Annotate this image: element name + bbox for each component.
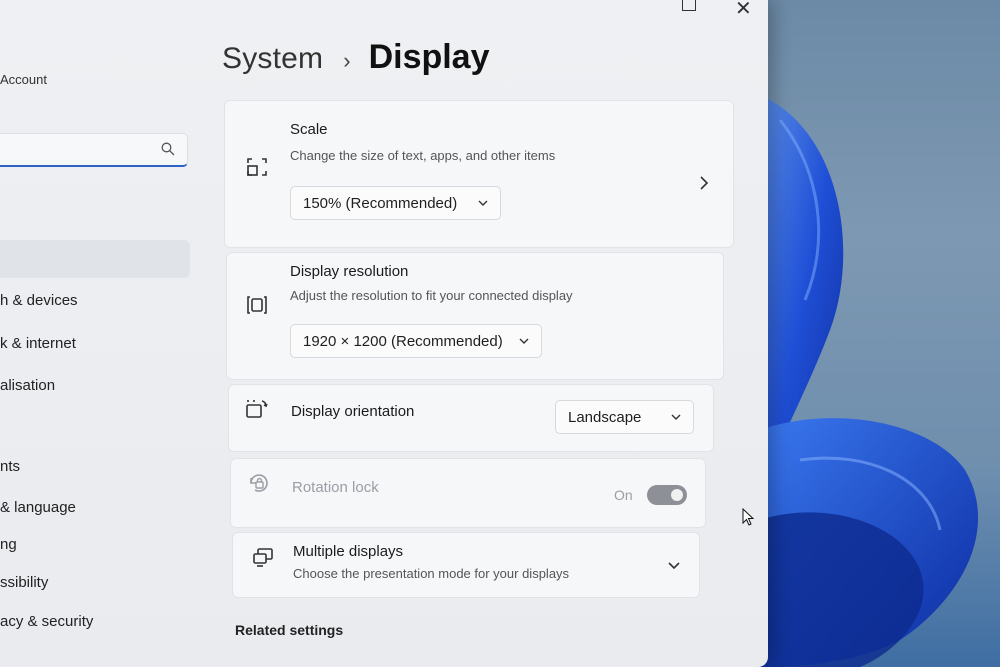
- resolution-dropdown-value: 1920 × 1200 (Recommended): [303, 332, 503, 350]
- maximize-button[interactable]: [682, 0, 696, 11]
- chevron-down-icon[interactable]: [668, 561, 680, 571]
- rotation-lock-title: Rotation lock: [292, 479, 379, 496]
- sidebar-item-accessibility[interactable]: ssibility: [0, 574, 48, 591]
- multiple-displays-icon: [253, 548, 273, 567]
- sidebar-item-system-selected[interactable]: [0, 240, 190, 278]
- resolution-dropdown[interactable]: 1920 × 1200 (Recommended): [290, 324, 542, 358]
- rotation-lock-toggle[interactable]: [647, 485, 687, 505]
- scale-title: Scale: [290, 121, 328, 138]
- orientation-icon: [246, 400, 268, 418]
- chevron-right-icon[interactable]: [698, 176, 710, 190]
- scale-card[interactable]: Scale Change the size of text, apps, and…: [224, 100, 734, 248]
- search-box[interactable]: [0, 133, 188, 167]
- scale-icon: [247, 158, 267, 176]
- scale-dropdown[interactable]: 150% (Recommended): [290, 186, 501, 220]
- scale-dropdown-value: 150% (Recommended): [303, 194, 458, 212]
- settings-window: ✕ Account h & devices k & internet alisa…: [0, 0, 768, 667]
- orientation-card: Display orientation Landscape: [228, 384, 714, 452]
- sidebar-item-gaming[interactable]: ng: [0, 536, 17, 553]
- chevron-down-icon: [478, 200, 488, 206]
- sidebar-item-network-internet[interactable]: k & internet: [0, 335, 76, 352]
- sidebar-item-privacy-security[interactable]: acy & security: [0, 613, 93, 630]
- sidebar-item-accounts[interactable]: nts: [0, 458, 20, 475]
- orientation-title: Display orientation: [291, 403, 415, 420]
- multiple-displays-description: Choose the presentation mode for your di…: [293, 566, 570, 581]
- search-input[interactable]: [0, 134, 167, 166]
- mouse-cursor-icon: [742, 508, 754, 526]
- sidebar-item-time-language[interactable]: & language: [0, 499, 76, 516]
- chevron-down-icon: [519, 338, 529, 344]
- rotation-lock-icon: [250, 474, 268, 492]
- resolution-icon: [247, 296, 267, 314]
- sidebar-item-personalisation[interactable]: alisation: [0, 377, 55, 394]
- rotation-lock-card: Rotation lock On: [230, 458, 706, 528]
- account-label[interactable]: Account: [0, 72, 47, 87]
- scale-description: Change the size of text, apps, and other…: [290, 148, 556, 163]
- multiple-displays-title: Multiple displays: [293, 543, 404, 560]
- toggle-knob: [671, 489, 683, 501]
- related-settings-heading: Related settings: [235, 622, 344, 638]
- multiple-displays-card[interactable]: Multiple displays Choose the presentatio…: [232, 532, 700, 598]
- resolution-title: Display resolution: [290, 263, 409, 280]
- page-title: Display: [368, 38, 490, 76]
- resolution-card: Display resolution Adjust the resolution…: [226, 252, 724, 380]
- orientation-dropdown-value: Landscape: [568, 408, 642, 426]
- search-icon: [161, 142, 175, 156]
- breadcrumb-parent[interactable]: System: [222, 42, 323, 76]
- breadcrumb: System › Display: [222, 38, 490, 77]
- sidebar-item-bluetooth-devices[interactable]: h & devices: [0, 292, 78, 309]
- chevron-down-icon: [671, 414, 681, 420]
- close-button[interactable]: ✕: [735, 0, 752, 21]
- rotation-lock-state-label: On: [614, 487, 633, 503]
- orientation-dropdown[interactable]: Landscape: [555, 400, 694, 434]
- breadcrumb-separator-icon: ›: [343, 48, 351, 73]
- resolution-description: Adjust the resolution to fit your connec…: [290, 288, 573, 303]
